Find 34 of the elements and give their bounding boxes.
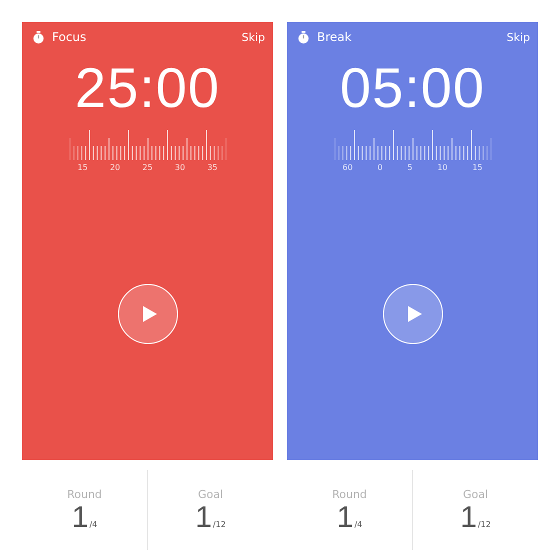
play-icon: [142, 306, 156, 322]
stat-value: 1: [460, 502, 477, 532]
ruler-label: 5: [407, 163, 412, 172]
ruler-label: 15: [472, 163, 482, 172]
timer-display: 05:00: [340, 60, 486, 116]
ruler-label: 25: [142, 163, 153, 172]
ruler-scale-drawing[interactable]: [68, 128, 228, 160]
panel-title: Break: [317, 30, 352, 44]
ruler-label: 60: [342, 163, 353, 172]
ruler-label: 30: [174, 163, 186, 172]
timer-display: 25:00: [74, 60, 220, 116]
stat-value: 1: [72, 502, 88, 532]
stat-total: /4: [354, 520, 362, 528]
ruler-label: 35: [207, 163, 218, 172]
ruler-label: 20: [110, 163, 120, 172]
stat-label: Round: [332, 488, 367, 500]
skip-link[interactable]: Skip: [506, 30, 530, 44]
skip-link[interactable]: Skip: [242, 30, 265, 44]
ruler-scale-drawing[interactable]: [332, 128, 492, 160]
stat-total: /12: [212, 520, 226, 528]
ruler-label: 15: [78, 163, 88, 172]
stopwatch-icon: [297, 30, 310, 44]
ruler-label: 0: [378, 163, 383, 172]
stat-total: /12: [478, 520, 491, 528]
stopwatch-icon: [32, 30, 45, 44]
stat-label: Round: [67, 488, 102, 500]
panel-title: Focus: [52, 30, 86, 44]
play-icon: [408, 306, 422, 322]
stat-value: 1: [336, 502, 354, 532]
ruler-label: 10: [437, 163, 448, 172]
stat-total: /4: [89, 520, 98, 528]
stat-value: 1: [195, 502, 212, 532]
stat-label: Goal: [198, 488, 224, 500]
stat-label: Goal: [462, 488, 488, 500]
